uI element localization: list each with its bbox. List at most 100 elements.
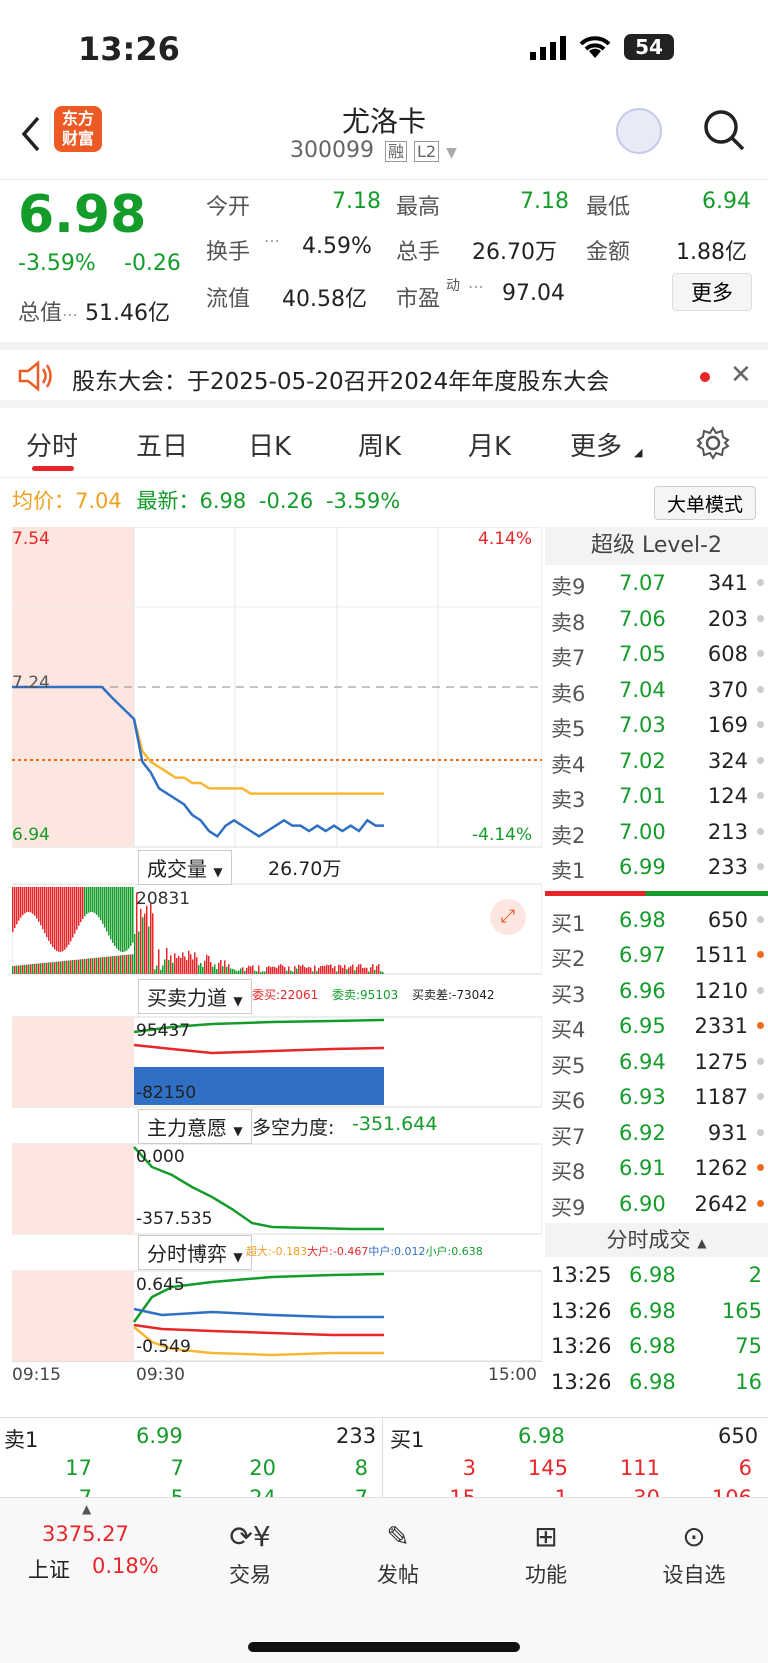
activity-dot [757,827,764,835]
info-icon[interactable]: ⋯ [264,231,280,250]
chart-area[interactable]: 7.54 7.24 6.94 4.14% -4.14% 成交量 ▼ 26.70万… [11,526,543,1417]
bid-row[interactable]: 买5 6.94 1275 [545,1044,768,1080]
auction-volume-bar [98,887,100,918]
notice-bar[interactable]: 股东大会：于2025-05-20召开2024年年度股东大会 ✕ [0,342,768,408]
ask-row[interactable]: 卖1 6.99 233 [545,849,768,885]
bid-row[interactable]: 买3 6.96 1210 [545,973,768,1009]
volume-indicator-select[interactable]: 成交量 ▼ [138,850,232,885]
auction-volume-bar [94,887,96,914]
trade-price: 6.98 [629,1369,676,1394]
queue-sell-vol: 233 [336,1424,377,1448]
pe-sup: 动 [446,278,460,294]
auction-volume-bar [52,887,54,948]
auction-volume-bar [84,887,86,917]
ask-list: 卖9 7.07 341 卖8 7.06 203 卖7 7.05 608 卖6 7.04 370 卖5 7.… [545,565,768,885]
queue-cell: 6 [738,1456,752,1480]
game-indicator-select[interactable]: 分时博弈 ▼ [138,1235,252,1270]
force-indicator-select[interactable]: 买卖力道 ▼ [138,979,252,1014]
volume-bar [358,964,360,974]
ask-row[interactable]: 卖9 7.07 341 [545,565,768,601]
volume-bar [254,970,256,974]
ask-row[interactable]: 卖5 7.03 169 [545,707,768,743]
auction-volume-bar [58,961,60,974]
y-mid-label: 7.24 [12,673,50,693]
ask-row[interactable]: 卖7 7.05 608 [545,636,768,672]
ask-row[interactable]: 卖4 7.02 324 [545,743,768,779]
robot-avatar-icon[interactable] [616,108,662,154]
queue-cell: 8 [354,1456,368,1480]
chart-legend: 均价：7.04 最新：6.98 -0.26 -3.59% [12,485,400,515]
volume-bar [380,971,382,974]
auction-volume-bar [100,957,102,974]
activity-dot [757,915,764,923]
volume-bar [294,966,296,974]
tab-month-k[interactable]: 月K [468,426,511,463]
intraday-chart[interactable] [11,526,543,1417]
bid-label: 买9 [551,1195,586,1220]
queue-buy-label: 买1 [390,1428,425,1452]
auction-volume-bar [82,887,84,919]
ask-row[interactable]: 卖8 7.06 203 [545,601,768,637]
volume-bar [150,903,152,974]
post-button[interactable]: ✎ 发帖 [338,1520,458,1589]
close-icon[interactable]: ✕ [730,360,752,390]
ask-row[interactable]: 卖3 7.01 124 [545,778,768,814]
trade-button[interactable]: ⟳¥ 交易 [190,1520,310,1589]
bid-row[interactable]: 买4 6.95 2331 [545,1008,768,1044]
trade-time: 13:25 [551,1263,612,1287]
volume-bar [350,966,352,974]
tab-more[interactable]: 更多 [570,426,622,463]
big-order-mode-button[interactable]: 大单模式 [654,486,756,520]
auction-volume-bar [56,961,58,974]
bid-row[interactable]: 买9 6.90 2642 [545,1186,768,1222]
trades-title[interactable]: 分时成交 ▲ [545,1223,768,1257]
volume-bar [250,966,252,974]
ask-volume: 169 [707,713,748,737]
bid-row[interactable]: 买7 6.92 931 [545,1115,768,1151]
bid-row[interactable]: 买6 6.93 1187 [545,1079,768,1115]
trade-time: 13:26 [551,1334,612,1358]
trade-label: 交易 [229,1563,271,1587]
volume-bar [312,971,314,974]
tab-5day[interactable]: 五日 [136,426,188,463]
gear-icon[interactable] [696,426,730,464]
ask-row[interactable]: 卖6 7.04 370 [545,672,768,708]
bid-row[interactable]: 买2 6.97 1511 [545,937,768,973]
info-icon[interactable]: ⋯ [468,277,484,296]
bid-row[interactable]: 买8 6.91 1262 [545,1150,768,1186]
function-button[interactable]: ⊞ 功能 [486,1520,606,1589]
add-watchlist-button[interactable]: ⊙ 设自选 [634,1520,754,1589]
open-label: 今开 [206,195,251,220]
game-label: 分时博弈 [147,1242,227,1266]
volume-bar [166,948,168,974]
ask-volume: 341 [707,571,748,595]
index-value[interactable]: 3375.27 [42,1522,129,1546]
main-intent-select[interactable]: 主力意愿 ▼ [138,1109,252,1144]
tab-day-k[interactable]: 日K [248,426,291,463]
triangle-icon: ◢ [634,446,643,459]
volume-bar [210,962,212,974]
trade-price: 6.98 [629,1298,676,1323]
bid-row[interactable]: 买1 6.98 650 [545,902,768,938]
force-bottom: -82150 [136,1083,197,1103]
dropdown-icon: ▼ [446,145,457,161]
info-icon[interactable]: ⋯ [62,305,78,324]
volume-bar [236,971,238,974]
volume-bar [214,964,216,974]
tab-week-k[interactable]: 周K [358,426,401,463]
activity-dot [757,721,764,728]
search-icon[interactable] [702,108,746,156]
bid-price: 6.98 [619,907,666,932]
auction-volume-bar [30,887,32,913]
ask-row[interactable]: 卖2 7.00 213 [545,814,768,850]
tab-intraday[interactable]: 分时 [26,426,78,463]
expand-icon[interactable]: ⤢ [490,899,526,935]
main-power-label: 多空力度: [252,1117,335,1139]
wifi-icon [578,34,612,64]
auction-volume-bar [50,962,52,974]
ask-price: 7.01 [619,784,666,808]
expand-up-icon[interactable]: ▲ [82,1502,91,1516]
auction-volume-bar [42,963,44,974]
stock-code-row[interactable]: 300099 融 L2 ▼ [290,138,457,163]
more-button[interactable]: 更多 [672,273,752,311]
